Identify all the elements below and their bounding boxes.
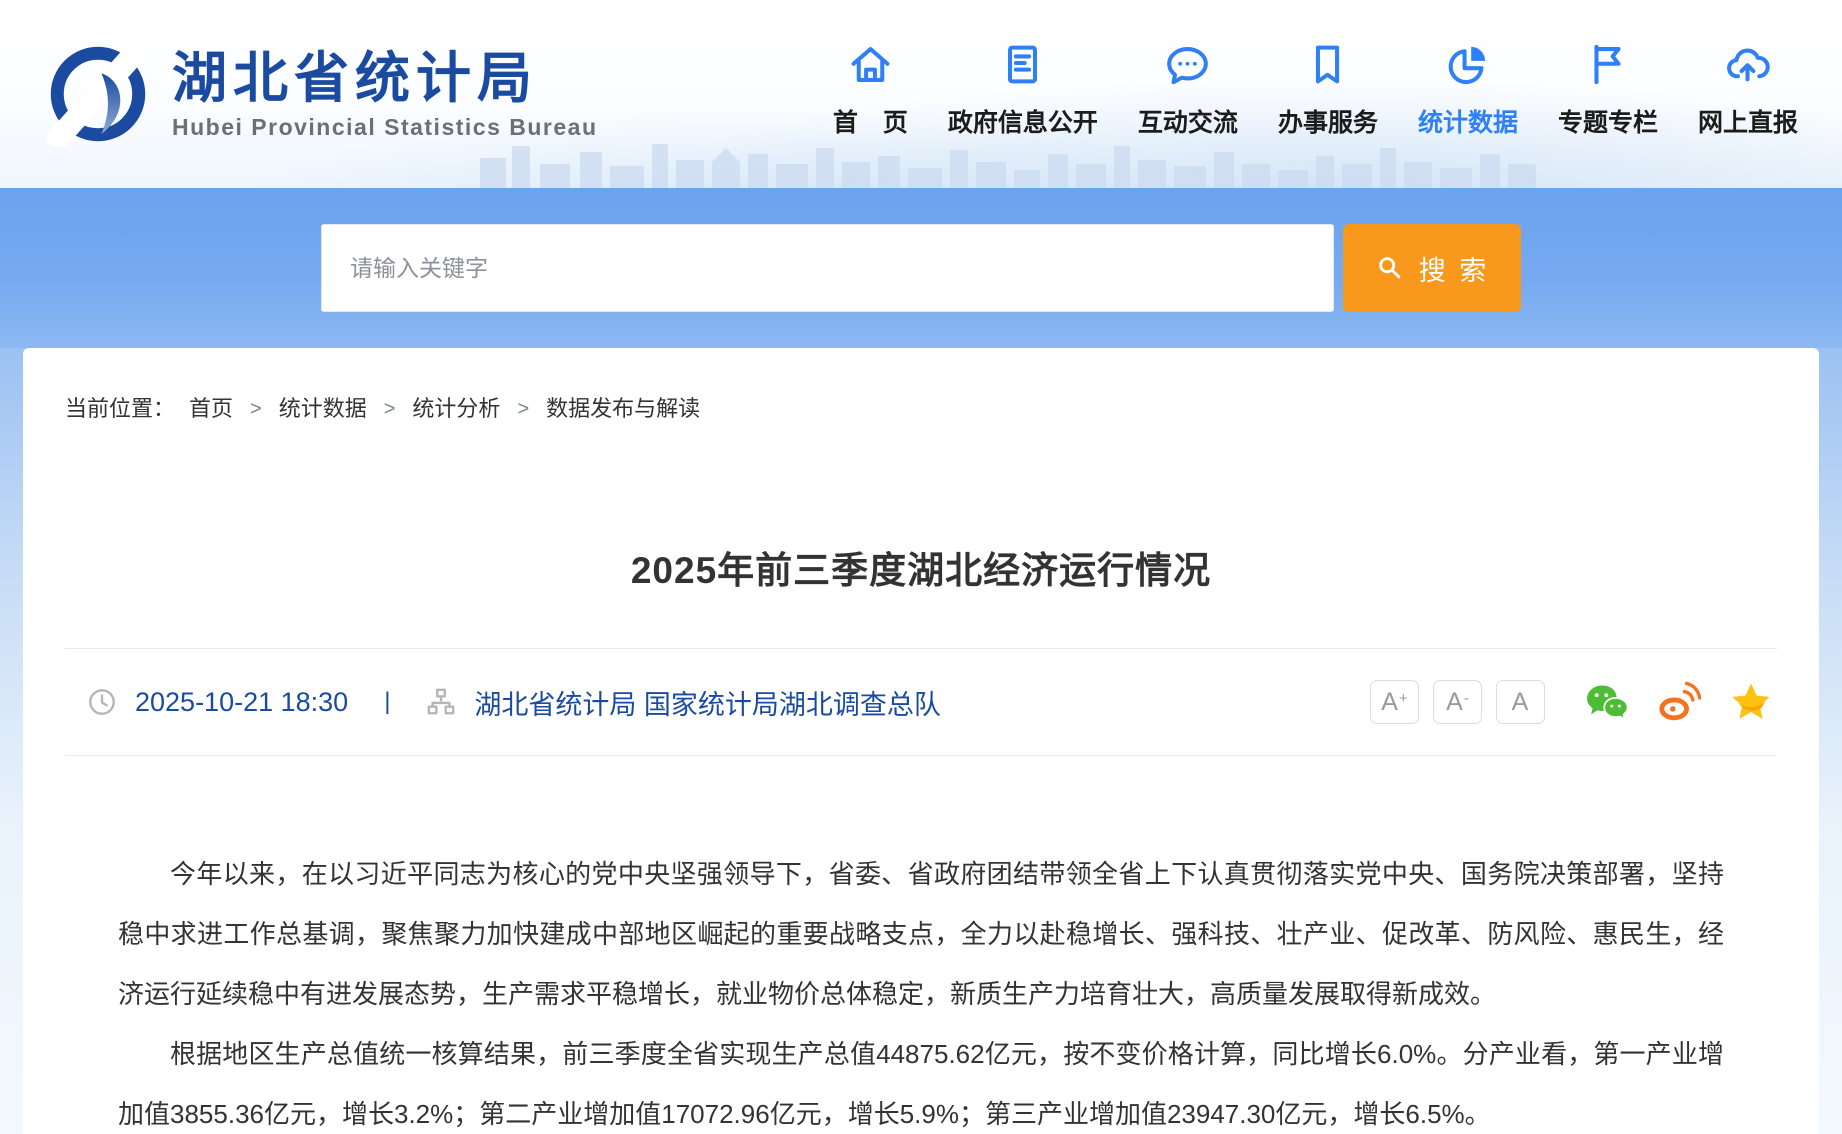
- search-band: 搜 索: [0, 188, 1842, 348]
- breadcrumb-item-home[interactable]: 首页: [189, 394, 233, 424]
- nav-item-label: 办事服务: [1278, 103, 1378, 139]
- nav-item-statistics-data[interactable]: 统计数据: [1418, 41, 1518, 139]
- breadcrumb-label: 当前位置：: [65, 394, 175, 424]
- nav-item-online-report[interactable]: 网上直报: [1698, 41, 1798, 139]
- qzone-share-button[interactable]: [1729, 680, 1773, 724]
- publish-date: 2025-10-21 18:30: [135, 687, 348, 718]
- pie-chart-icon: [1444, 41, 1491, 88]
- breadcrumb: 当前位置： 首页 > 统计数据 > 统计分析 > 数据发布与解读: [23, 394, 1819, 424]
- content-card: 当前位置： 首页 > 统计数据 > 统计分析 > 数据发布与解读 2025年前三…: [23, 348, 1819, 1134]
- search-button-label: 搜 索: [1419, 249, 1490, 288]
- nav-item-services[interactable]: 办事服务: [1278, 41, 1378, 139]
- document-icon: [999, 41, 1046, 88]
- font-button-label: A: [1381, 690, 1398, 715]
- nav-item-label: 统计数据: [1418, 103, 1518, 139]
- cloud-upload-icon: [1724, 41, 1771, 88]
- search-button[interactable]: 搜 索: [1343, 224, 1521, 312]
- nav-item-label: 政府信息公开: [948, 103, 1098, 139]
- breadcrumb-item-statistical-analysis[interactable]: 统计分析: [412, 394, 500, 424]
- main-navigation: 首 页 政府信息公开 互动交流 办事服务: [833, 41, 1798, 147]
- nav-item-home[interactable]: 首 页: [833, 41, 908, 139]
- chat-icon: [1164, 41, 1211, 88]
- breadcrumb-separator: >: [384, 394, 396, 424]
- article-body: 今年以来，在以习近平同志为核心的党中央坚强领导下，省委、省政府团结带领全省上下认…: [23, 756, 1819, 1134]
- site-title: 湖北省统计局: [172, 47, 598, 110]
- article-meta-bar: 2025-10-21 18:30 | 湖北省统计局 国家统计局湖北调查总队 A+…: [65, 648, 1777, 756]
- nav-item-label: 首 页: [833, 103, 908, 139]
- font-button-label: A: [1446, 690, 1463, 715]
- nav-item-interaction[interactable]: 互动交流: [1138, 41, 1238, 139]
- font-button-label: A: [1512, 690, 1529, 715]
- article-title: 2025年前三季度湖北经济运行情况: [65, 544, 1777, 598]
- weibo-share-button[interactable]: [1657, 680, 1701, 724]
- search-input[interactable]: [321, 224, 1334, 312]
- share-group: [1585, 680, 1773, 724]
- font-increase-button[interactable]: A+: [1370, 680, 1419, 724]
- breadcrumb-item-statistics-data[interactable]: 统计数据: [279, 394, 367, 424]
- article-paragraph: 根据地区生产总值统一核算结果，前三季度全省实现生产总值44875.62亿元，按不…: [118, 1024, 1724, 1134]
- bureau-logo-icon: [46, 42, 150, 146]
- font-reset-button[interactable]: A: [1496, 680, 1545, 724]
- nav-item-label: 网上直报: [1698, 103, 1798, 139]
- weibo-icon: [1657, 680, 1701, 724]
- meta-separator: |: [384, 688, 390, 716]
- font-button-modifier: -: [1464, 691, 1469, 706]
- nav-item-special-topics[interactable]: 专题专栏: [1558, 41, 1658, 139]
- wechat-share-button[interactable]: [1585, 680, 1629, 724]
- font-button-modifier: +: [1399, 691, 1408, 706]
- nav-item-label: 互动交流: [1138, 103, 1238, 139]
- nav-item-gov-info[interactable]: 政府信息公开: [948, 41, 1098, 139]
- page-background: 当前位置： 首页 > 统计数据 > 统计分析 > 数据发布与解读 2025年前三…: [0, 348, 1842, 1134]
- article-paragraph: 今年以来，在以习近平同志为核心的党中央坚强领导下，省委、省政府团结带领全省上下认…: [118, 844, 1724, 1024]
- site-logo[interactable]: 湖北省统计局 Hubei Provincial Statistics Burea…: [46, 42, 598, 146]
- bookmark-icon: [1304, 41, 1351, 88]
- article-meta-right: A+ A- A: [1370, 680, 1777, 724]
- logo-text: 湖北省统计局 Hubei Provincial Statistics Burea…: [172, 47, 598, 141]
- wechat-icon: [1585, 680, 1629, 724]
- breadcrumb-separator: >: [517, 394, 529, 424]
- site-subtitle: Hubei Provincial Statistics Bureau: [172, 114, 598, 141]
- breadcrumb-separator: >: [250, 394, 262, 424]
- article-meta-left: 2025-10-21 18:30 | 湖北省统计局 国家统计局湖北调查总队: [65, 683, 941, 722]
- search-icon: [1375, 253, 1405, 283]
- qzone-icon: [1729, 680, 1773, 724]
- article-source: 湖北省统计局 国家统计局湖北调查总队: [474, 683, 941, 722]
- search-box: 搜 索: [321, 224, 1521, 312]
- home-icon: [847, 41, 894, 88]
- font-decrease-button[interactable]: A-: [1433, 680, 1482, 724]
- clock-icon: [87, 687, 117, 717]
- breadcrumb-item-data-release[interactable]: 数据发布与解读: [546, 394, 700, 424]
- nav-item-label: 专题专栏: [1558, 103, 1658, 139]
- source-sitemap-icon: [426, 687, 456, 717]
- site-header: 湖北省统计局 Hubei Provincial Statistics Burea…: [0, 0, 1842, 188]
- flag-icon: [1584, 41, 1631, 88]
